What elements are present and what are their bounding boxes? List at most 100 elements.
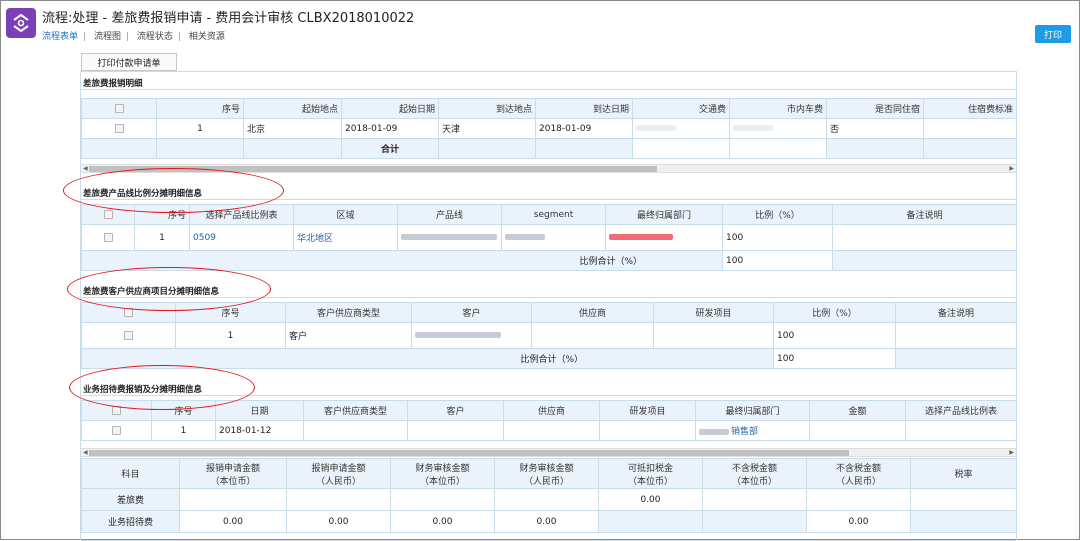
date-cell: 2018-01-12 bbox=[215, 420, 304, 441]
total-label: 比例合计（%） bbox=[81, 348, 774, 369]
total-blank-cell bbox=[243, 138, 342, 159]
column-header bbox=[81, 302, 176, 323]
total-blank-cell bbox=[895, 348, 1016, 369]
column-header bbox=[81, 98, 157, 119]
header-line-1: 科目 bbox=[121, 470, 140, 480]
row-checkbox[interactable] bbox=[103, 232, 113, 242]
scrollbar-thumb[interactable] bbox=[89, 450, 849, 456]
tab-flow-chart[interactable]: 流程图 bbox=[94, 32, 121, 42]
product-table-link[interactable]: 0509 bbox=[189, 224, 294, 251]
column-header: 序号 bbox=[151, 400, 216, 421]
tab-bar: 流程表单 | 流程图 | 流程状态 | 相关资源 bbox=[42, 29, 230, 42]
from-date-cell: 2018-01-09 bbox=[341, 118, 439, 139]
table-row: 业务招待费 0.00 0.00 0.00 0.00 0.00 bbox=[81, 510, 1016, 533]
seq-cell: 1 bbox=[134, 224, 190, 251]
print-payment-request-button[interactable]: 打印付款申请单 bbox=[81, 53, 177, 71]
tab-flow-status[interactable]: 流程状态 bbox=[137, 32, 173, 42]
scroll-left-icon[interactable]: ◀ bbox=[83, 165, 88, 172]
header-line-1: 财务审核金额 bbox=[519, 463, 574, 474]
header-line-2: （本位币） bbox=[627, 476, 673, 487]
dept-name: 销售部 bbox=[731, 427, 759, 437]
table-header-row: 科目 报销申请金额 （本位币） 报销申请金额 （人民币） 财务审核金额 （本位币） 财… bbox=[81, 458, 1016, 489]
header-line-2: （本位币） bbox=[419, 476, 465, 487]
row-select-cell bbox=[81, 420, 152, 441]
net-rmb-cell: 0.00 bbox=[806, 510, 911, 533]
ratio-cell: 100 bbox=[722, 224, 833, 251]
total-blank-cell bbox=[535, 138, 633, 159]
column-header: 序号 bbox=[134, 204, 190, 225]
to-date-cell: 2018-01-09 bbox=[535, 118, 633, 139]
customer-cell bbox=[411, 322, 532, 349]
row-checkbox[interactable] bbox=[124, 330, 133, 340]
product-line-cell bbox=[397, 224, 502, 251]
from-cell: 北京 bbox=[243, 118, 342, 139]
apply-base-cell: 0.00 bbox=[179, 510, 287, 533]
seq-cell: 1 bbox=[151, 420, 216, 441]
column-header: 客户 bbox=[407, 400, 504, 421]
column-header: 报销申请金额 （人民币） bbox=[286, 458, 391, 489]
header-line-2: （人民币） bbox=[315, 476, 361, 487]
table-row: 1 客户 100 bbox=[81, 322, 1016, 349]
column-header: 到达地点 bbox=[438, 98, 536, 119]
column-header: 住宿费标准 bbox=[923, 98, 1016, 119]
column-header: 是否同住宿 bbox=[826, 98, 924, 119]
tab-resources[interactable]: 相关资源 bbox=[189, 32, 225, 42]
total-ratio-cell: 100 bbox=[722, 250, 833, 271]
column-header: 比例（%） bbox=[773, 302, 896, 323]
total-label: 比例合计（%） bbox=[81, 250, 723, 271]
page-title: 流程:处理 - 差旅费报销申请 - 费用会计审核 CLBX2018010022 bbox=[42, 11, 415, 26]
type-cell bbox=[303, 420, 408, 441]
column-header bbox=[81, 204, 135, 225]
scroll-right-icon[interactable]: ▶ bbox=[1009, 449, 1014, 456]
column-header: 科目 bbox=[81, 458, 180, 489]
entertain-section-title: 业务招待费报销及分摊明细信息 bbox=[81, 378, 1016, 396]
column-header: 市内车费 bbox=[729, 98, 827, 119]
column-header: 区域 bbox=[293, 204, 398, 225]
column-header: 研发项目 bbox=[599, 400, 696, 421]
column-header: 日期 bbox=[215, 400, 304, 421]
row-checkbox[interactable] bbox=[114, 123, 124, 133]
select-all-checkbox[interactable] bbox=[103, 209, 113, 219]
horizontal-scrollbar[interactable]: ◀ ▶ bbox=[81, 448, 1016, 457]
scroll-left-icon[interactable]: ◀ bbox=[83, 449, 88, 456]
table-header-row: 序号 日期 客户供应商类型 客户 供应商 研发项目 最终归属部门 金额 选择产品… bbox=[81, 400, 1016, 421]
audit-rmb-cell: 0.00 bbox=[494, 510, 599, 533]
select-all-checkbox[interactable] bbox=[112, 405, 121, 415]
column-header: 备注说明 bbox=[832, 204, 1016, 225]
audit-base-cell: 0.00 bbox=[390, 510, 495, 533]
travel-section-title: 差旅费报销明细 bbox=[81, 72, 1016, 90]
scroll-right-icon[interactable]: ▶ bbox=[1009, 165, 1014, 172]
tax-rate-cell bbox=[910, 510, 1016, 533]
header-line-1: 税率 bbox=[954, 470, 973, 480]
column-header: 序号 bbox=[156, 98, 244, 119]
transport-fee-cell bbox=[632, 118, 730, 139]
total-transport-cell bbox=[632, 138, 730, 159]
customer-section-title: 差旅费客户供应商项目分摊明细信息 bbox=[81, 280, 1016, 298]
net-base-cell bbox=[702, 510, 807, 533]
print-button[interactable]: 打印 bbox=[1035, 25, 1071, 43]
total-blank-cell bbox=[832, 250, 1016, 271]
total-ratio-cell: 100 bbox=[773, 348, 896, 369]
total-city-fare-cell bbox=[729, 138, 827, 159]
column-header: 财务审核金额 （人民币） bbox=[494, 458, 599, 489]
table-row: 1 北京 2018-01-09 天津 2018-01-09 否 bbox=[81, 118, 1016, 139]
column-header: 最终归属部门 bbox=[605, 204, 723, 225]
product-table-cell bbox=[905, 420, 1016, 441]
horizontal-scrollbar[interactable]: ◀ ▶ bbox=[81, 164, 1016, 173]
total-blank-cell bbox=[156, 138, 244, 159]
header-line-2: （本位币） bbox=[210, 476, 256, 487]
column-header: 客户供应商类型 bbox=[303, 400, 408, 421]
seq-cell: 1 bbox=[175, 322, 286, 349]
table-total-row: 合计 bbox=[81, 138, 1016, 159]
column-header: 研发项目 bbox=[653, 302, 774, 323]
table-total-row: 比例合计（%） 100 bbox=[81, 250, 1016, 271]
row-checkbox[interactable] bbox=[112, 425, 121, 435]
scrollbar-thumb[interactable] bbox=[89, 166, 657, 172]
tab-form[interactable]: 流程表单 bbox=[42, 32, 78, 42]
travel-table: 序号 起始地点 起始日期 到达地点 到达日期 交通费 市内车费 是否同住宿 住宿… bbox=[81, 98, 1016, 159]
select-all-checkbox[interactable] bbox=[124, 307, 133, 317]
column-header: 不含税金额 （人民币） bbox=[806, 458, 911, 489]
select-all-checkbox[interactable] bbox=[114, 103, 124, 113]
deductible-tax-cell bbox=[598, 510, 703, 533]
row-select-cell bbox=[81, 322, 176, 349]
